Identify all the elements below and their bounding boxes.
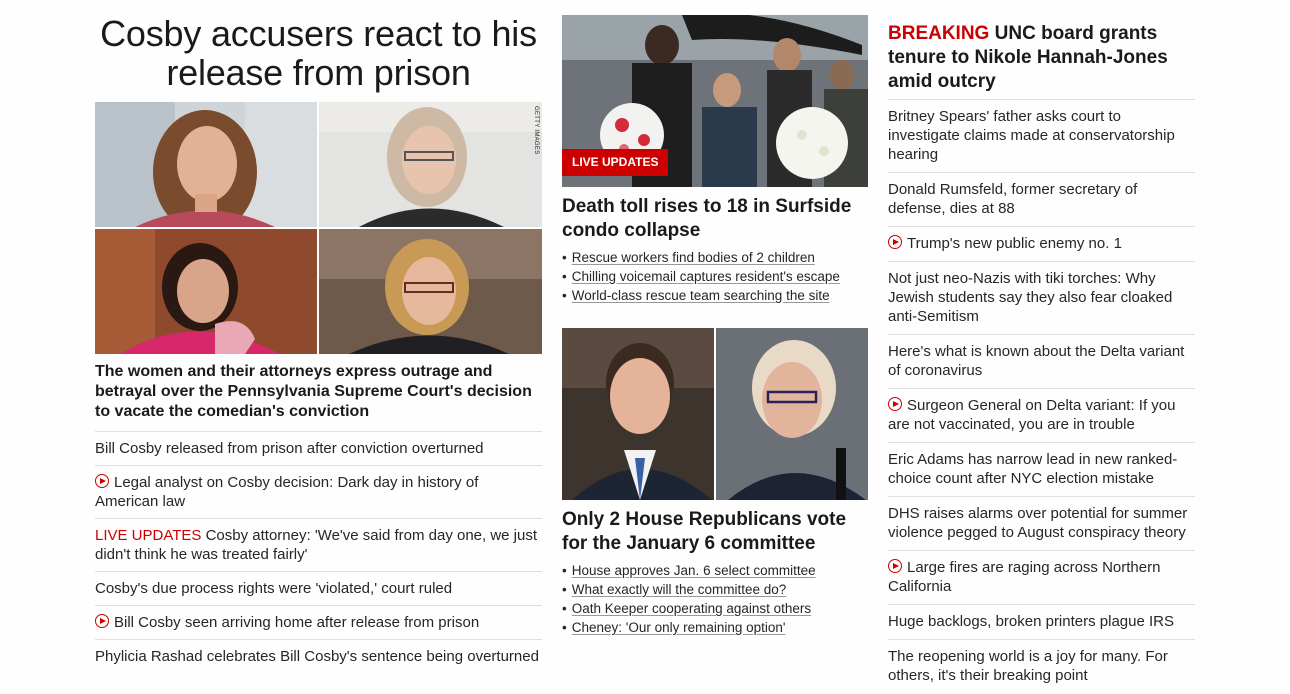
list-item[interactable]: • World-class rescue team searching the s… [562,286,868,305]
list-item[interactable]: Eric Adams has narrow lead in new ranked… [888,442,1195,496]
list-item[interactable]: DHS raises alarms over potential for sum… [888,496,1195,550]
main-story: Cosby accusers react to his release from… [95,0,542,673]
list-item[interactable]: • House approves Jan. 6 select committee [562,561,868,580]
link-text[interactable]: House approves Jan. 6 select committee [572,563,816,578]
link-text[interactable]: Trump's new public enemy no. 1 [907,235,1122,252]
live-updates-label: LIVE UPDATES [95,527,206,544]
photo-cheney [716,328,868,500]
list-item[interactable]: Britney Spears' father asks court to inv… [888,99,1195,172]
main-headline[interactable]: Cosby accusers react to his release from… [95,14,542,92]
play-video-icon [95,474,109,488]
list-item[interactable]: Surgeon General on Delta variant: If you… [888,388,1195,442]
photo-accuser-3 [319,229,542,354]
news-homepage: Cosby accusers react to his release from… [0,0,1290,694]
committee-headline[interactable]: Only 2 House Republicans vote for the Ja… [562,508,868,556]
link-text[interactable]: Legal analyst on Cosby decision: Dark da… [95,474,478,510]
list-item[interactable]: Legal analyst on Cosby decision: Dark da… [95,465,542,518]
link-text[interactable]: Oath Keeper cooperating against others [572,601,811,616]
image-credit: GETTY IMAGES [533,106,539,155]
right-column: BREAKING UNC board grants tenure to Niko… [888,0,1195,693]
list-item[interactable]: Bill Cosby seen arriving home after rele… [95,605,542,639]
link-text[interactable]: Phylicia Rashad celebrates Bill Cosby's … [95,648,539,665]
list-item[interactable]: Donald Rumsfeld, former secretary of def… [888,172,1195,226]
committee-image[interactable] [562,328,868,500]
list-item[interactable]: The reopening world is a joy for many. F… [888,639,1195,693]
play-video-icon [95,614,109,628]
link-text[interactable]: What exactly will the committee do? [572,582,787,597]
list-item[interactable]: • Chilling voicemail captures resident's … [562,267,868,286]
play-video-icon [888,397,902,411]
list-item[interactable]: Bill Cosby released from prison after co… [95,431,542,465]
link-text[interactable]: Large fires are raging across Northern C… [888,559,1160,595]
play-video-icon [888,559,902,573]
list-item[interactable]: • Rescue workers find bodies of 2 childre… [562,248,868,267]
link-text[interactable]: DHS raises alarms over potential for sum… [888,505,1187,541]
link-text[interactable]: Not just neo-Nazis with tiki torches: Wh… [888,270,1172,325]
breaking-label: BREAKING [888,23,990,44]
link-text[interactable]: Here's what is known about the Delta var… [888,343,1184,379]
list-item[interactable]: Large fires are raging across Northern C… [888,550,1195,604]
list-item[interactable]: Huge backlogs, broken printers plague IR… [888,604,1195,639]
play-video-icon [888,235,902,249]
list-item[interactable]: Here's what is known about the Delta var… [888,334,1195,388]
list-item[interactable]: • Cheney: 'Our only remaining option' [562,618,868,637]
surfside-links: • Rescue workers find bodies of 2 childre… [562,248,868,305]
link-text[interactable]: Eric Adams has narrow lead in new ranked… [888,451,1177,487]
link-text[interactable]: Cosby's due process rights were 'violate… [95,580,452,597]
main-story-links: Bill Cosby released from prison after co… [95,431,542,673]
link-text[interactable]: Huge backlogs, broken printers plague IR… [888,613,1174,630]
committee-links: • House approves Jan. 6 select committee … [562,561,868,637]
list-item[interactable]: Not just neo-Nazis with tiki torches: Wh… [888,261,1195,334]
breaking-headline[interactable]: BREAKING UNC board grants tenure to Niko… [888,22,1195,94]
headline-list: Britney Spears' father asks court to inv… [888,99,1195,693]
link-text[interactable]: Surgeon General on Delta variant: If you… [888,397,1176,433]
middle-column: LIVE UPDATES Death toll rises to 18 in S… [562,0,868,637]
link-text[interactable]: Bill Cosby released from prison after co… [95,440,484,457]
link-text[interactable]: Britney Spears' father asks court to inv… [888,108,1175,163]
link-text[interactable]: Donald Rumsfeld, former secretary of def… [888,181,1137,217]
link-text[interactable]: Cheney: 'Our only remaining option' [572,620,786,635]
list-item[interactable]: • Oath Keeper cooperating against others [562,599,868,618]
list-item[interactable]: Cosby's due process rights were 'violate… [95,571,542,605]
surfside-headline[interactable]: Death toll rises to 18 in Surfside condo… [562,195,868,243]
link-text[interactable]: Rescue workers find bodies of 2 children [572,250,815,265]
link-text[interactable]: Chilling voicemail captures resident's e… [572,269,840,284]
photo-kinzinger [562,328,714,500]
main-story-description[interactable]: The women and their attorneys express ou… [95,362,542,422]
photo-accuser-1 [95,102,317,227]
link-text[interactable]: Bill Cosby seen arriving home after rele… [114,614,479,631]
link-text[interactable]: World-class rescue team searching the si… [572,288,830,303]
surfside-image[interactable]: LIVE UPDATES [562,15,868,187]
live-updates-badge[interactable]: LIVE UPDATES [562,149,669,176]
link-text[interactable]: The reopening world is a joy for many. F… [888,648,1168,684]
list-item[interactable]: • What exactly will the committee do? [562,580,868,599]
list-item[interactable]: Phylicia Rashad celebrates Bill Cosby's … [95,639,542,673]
photo-attorney [95,229,317,354]
list-item[interactable]: LIVE UPDATES Cosby attorney: 'We've said… [95,518,542,571]
main-story-image[interactable]: GETTY IMAGES [95,102,542,354]
photo-accuser-2: GETTY IMAGES [319,102,542,227]
list-item[interactable]: Trump's new public enemy no. 1 [888,226,1195,261]
